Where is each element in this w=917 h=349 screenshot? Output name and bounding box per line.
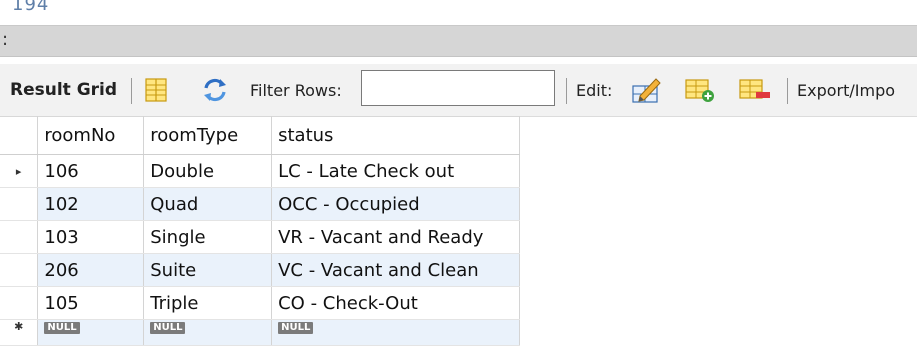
editor-divider-bar[interactable]: : <box>0 25 917 57</box>
cell-roomno[interactable]: 103 <box>37 220 145 254</box>
cell-roomno-null[interactable]: NULL <box>37 319 145 346</box>
row-marker <box>0 253 39 287</box>
toolbar-separator <box>787 78 788 104</box>
delete-row-icon[interactable] <box>738 76 770 104</box>
cell-status-null[interactable]: NULL <box>271 319 520 346</box>
cell-roomno[interactable]: 102 <box>37 187 145 221</box>
edit-cell-icon[interactable] <box>630 76 661 104</box>
cell-roomno[interactable]: 105 <box>37 286 145 320</box>
cell-roomtype-null[interactable]: NULL <box>143 319 273 346</box>
new-row-placeholder[interactable]: ✱ NULL NULL NULL <box>0 319 520 346</box>
refresh-icon[interactable] <box>200 76 230 104</box>
row-marker <box>0 187 39 221</box>
cell-roomtype[interactable]: Double <box>143 154 273 188</box>
edit-label: Edit: <box>576 80 613 100</box>
result-grid-window: 194 : Result Grid Filter Rows: Edit: Exp… <box>0 0 917 349</box>
column-header-roomtype[interactable]: roomType <box>143 116 273 155</box>
column-header-status[interactable]: status <box>271 116 520 155</box>
result-table: roomNo roomType status ▸ 106 Double LC -… <box>0 116 520 346</box>
add-row-icon[interactable] <box>684 76 714 104</box>
cell-status[interactable]: CO - Check-Out <box>271 286 520 320</box>
result-grid-tab[interactable]: Result Grid <box>10 64 117 116</box>
table-row[interactable]: 103 Single VR - Vacant and Ready <box>0 220 520 254</box>
null-badge: NULL <box>150 322 186 334</box>
table-row[interactable]: 206 Suite VC - Vacant and Clean <box>0 253 520 287</box>
null-badge: NULL <box>278 322 314 334</box>
filter-rows-label: Filter Rows: <box>250 80 342 100</box>
cell-roomtype[interactable]: Quad <box>143 187 273 221</box>
row-marker-header <box>0 116 39 155</box>
cell-roomtype[interactable]: Single <box>143 220 273 254</box>
filter-rows-input[interactable] <box>361 70 555 106</box>
export-import-label: Export/Impo <box>797 80 896 100</box>
row-marker <box>0 220 39 254</box>
row-marker <box>0 286 39 320</box>
cell-roomtype[interactable]: Triple <box>143 286 273 320</box>
cell-roomno[interactable]: 206 <box>37 253 145 287</box>
cell-status[interactable]: OCC - Occupied <box>271 187 520 221</box>
line-number-fragment: 194 <box>12 0 50 15</box>
result-grid-toolbar: Result Grid Filter Rows: Edit: Export/Im… <box>0 64 917 117</box>
table-row[interactable]: 102 Quad OCC - Occupied <box>0 187 520 221</box>
cell-roomtype[interactable]: Suite <box>143 253 273 287</box>
form-editor-icon[interactable] <box>142 76 172 104</box>
new-row-asterisk-icon: ✱ <box>0 319 39 346</box>
cell-status[interactable]: VC - Vacant and Clean <box>271 253 520 287</box>
column-header-roomno[interactable]: roomNo <box>37 116 145 155</box>
table-row[interactable]: 105 Triple CO - Check-Out <box>0 286 520 320</box>
table-row[interactable]: ▸ 106 Double LC - Late Check out <box>0 154 520 188</box>
splitter-mark: : <box>2 29 9 50</box>
null-badge: NULL <box>44 322 80 334</box>
table-header-row: roomNo roomType status <box>0 116 520 155</box>
cell-status[interactable]: VR - Vacant and Ready <box>271 220 520 254</box>
cell-status[interactable]: LC - Late Check out <box>271 154 520 188</box>
current-row-marker-icon: ▸ <box>0 154 39 188</box>
toolbar-separator <box>131 78 132 104</box>
cell-roomno[interactable]: 106 <box>37 154 145 188</box>
toolbar-separator <box>566 78 567 104</box>
result-grid: roomNo roomType status ▸ 106 Double LC -… <box>0 116 520 346</box>
